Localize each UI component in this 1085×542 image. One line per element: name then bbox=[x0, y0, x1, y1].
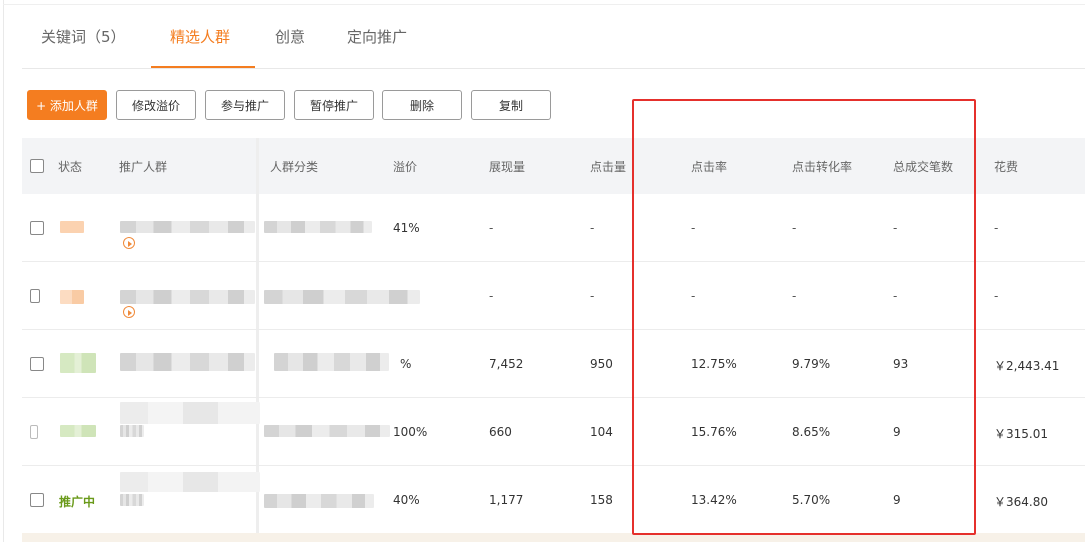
select-all-checkbox[interactable] bbox=[30, 159, 44, 173]
pause-promotion-button[interactable]: 暂停推广 bbox=[294, 90, 374, 120]
row-checkbox[interactable] bbox=[30, 357, 44, 371]
row-separator bbox=[22, 329, 1085, 330]
clicks-value: - bbox=[590, 221, 595, 235]
page: 关键词（5） 精选人群 创意 定向推广 + 添加人群 修改溢价 参与推广 暂停推… bbox=[0, 0, 1085, 542]
audience-category-blurred bbox=[264, 494, 374, 508]
premium-value[interactable]: 41% bbox=[393, 221, 420, 235]
ctr-value: 15.76% bbox=[691, 425, 737, 439]
impressions-value: 1,177 bbox=[489, 493, 524, 507]
col-premium[interactable]: 溢价 bbox=[393, 158, 417, 175]
clicks-value: 158 bbox=[590, 493, 613, 507]
add-audience-button[interactable]: + 添加人群 bbox=[27, 90, 107, 120]
premium-value[interactable]: 40% bbox=[393, 493, 420, 507]
col-total-orders[interactable]: 总成交笔数 bbox=[893, 158, 953, 175]
status-indicator-blurred bbox=[60, 425, 96, 437]
ctr-value: 13.42% bbox=[691, 493, 737, 507]
table-footer-band bbox=[22, 533, 1085, 542]
left-border bbox=[3, 0, 4, 542]
copy-button[interactable]: 复制 bbox=[471, 90, 551, 120]
play-icon[interactable] bbox=[123, 237, 135, 249]
tab-creative[interactable]: 创意 bbox=[275, 26, 305, 47]
orders-value: - bbox=[893, 221, 898, 235]
play-icon[interactable] bbox=[123, 306, 135, 318]
col-audience-category: 人群分类 bbox=[270, 160, 319, 174]
cost-value: - bbox=[994, 289, 999, 303]
audience-name-blurred bbox=[120, 290, 255, 304]
audience-name-blurred bbox=[120, 221, 255, 233]
cost-value: ￥364.80 bbox=[994, 495, 1048, 509]
audience-category-blurred bbox=[274, 353, 389, 371]
tab-selected-audience[interactable]: 精选人群 bbox=[170, 26, 230, 47]
col-status: 状态 bbox=[58, 160, 83, 174]
premium-value[interactable]: 100% bbox=[393, 425, 427, 439]
clicks-value: 104 bbox=[590, 425, 613, 439]
orders-value: 9 bbox=[893, 493, 901, 507]
audience-name-blurred bbox=[120, 425, 144, 437]
row-checkbox[interactable] bbox=[30, 425, 38, 439]
row-separator bbox=[22, 397, 1085, 398]
status-indicator-blurred bbox=[60, 353, 96, 373]
audience-name-blurred bbox=[120, 472, 260, 492]
audience-name-blurred bbox=[120, 353, 255, 371]
col-clicks[interactable]: 点击量 bbox=[590, 158, 626, 175]
status-indicator-blurred bbox=[60, 221, 84, 233]
cost-value: ￥315.01 bbox=[994, 427, 1048, 441]
ctr-value: - bbox=[691, 221, 696, 235]
col-audience: 推广人群 bbox=[119, 160, 168, 174]
audience-category-blurred bbox=[264, 425, 390, 437]
impressions-value: 7,452 bbox=[489, 357, 524, 371]
cvr-value: - bbox=[792, 221, 797, 235]
cvr-value: 5.70% bbox=[792, 493, 831, 507]
audience-name-blurred bbox=[120, 494, 144, 506]
clicks-value: 950 bbox=[590, 357, 613, 371]
impressions-value: 660 bbox=[489, 425, 512, 439]
col-impressions[interactable]: 展现量 bbox=[489, 158, 525, 175]
row-separator bbox=[22, 261, 1085, 262]
join-promotion-button[interactable]: 参与推广 bbox=[205, 90, 285, 120]
tab-bar: 关键词（5） 精选人群 创意 定向推广 bbox=[22, 0, 1085, 69]
row-checkbox[interactable] bbox=[30, 493, 44, 507]
col-cost[interactable]: 花费 bbox=[994, 158, 1018, 175]
clicks-value: - bbox=[590, 289, 595, 303]
row-checkbox[interactable] bbox=[30, 289, 40, 303]
status-running-label: 推广中 bbox=[59, 495, 96, 509]
ctr-value: 12.75% bbox=[691, 357, 737, 371]
status-indicator-blurred bbox=[60, 290, 84, 304]
modify-premium-button[interactable]: 修改溢价 bbox=[116, 90, 196, 120]
cost-value: ￥2,443.41 bbox=[994, 359, 1060, 373]
impressions-value: - bbox=[489, 221, 494, 235]
cvr-value: 8.65% bbox=[792, 425, 831, 439]
premium-value[interactable]: % bbox=[400, 357, 411, 371]
orders-value: - bbox=[893, 289, 898, 303]
audience-category-blurred bbox=[264, 290, 420, 304]
orders-value: 93 bbox=[893, 357, 909, 371]
tab-keywords[interactable]: 关键词（5） bbox=[41, 26, 126, 47]
cvr-value: 9.79% bbox=[792, 357, 831, 371]
ctr-value: - bbox=[691, 289, 696, 303]
col-ctr[interactable]: 点击率 bbox=[691, 158, 727, 175]
impressions-value: - bbox=[489, 289, 494, 303]
audience-name-blurred bbox=[120, 402, 260, 424]
tab-targeted-promotion[interactable]: 定向推广 bbox=[347, 26, 407, 47]
row-checkbox[interactable] bbox=[30, 221, 44, 235]
row-separator bbox=[22, 465, 1085, 466]
orders-value: 9 bbox=[893, 425, 901, 439]
active-tab-indicator bbox=[151, 66, 255, 68]
cvr-value: - bbox=[792, 289, 797, 303]
audience-category-blurred bbox=[264, 221, 372, 233]
cost-value: - bbox=[994, 221, 999, 235]
col-conversion-rate[interactable]: 点击转化率 bbox=[792, 158, 852, 175]
delete-button[interactable]: 删除 bbox=[382, 90, 462, 120]
